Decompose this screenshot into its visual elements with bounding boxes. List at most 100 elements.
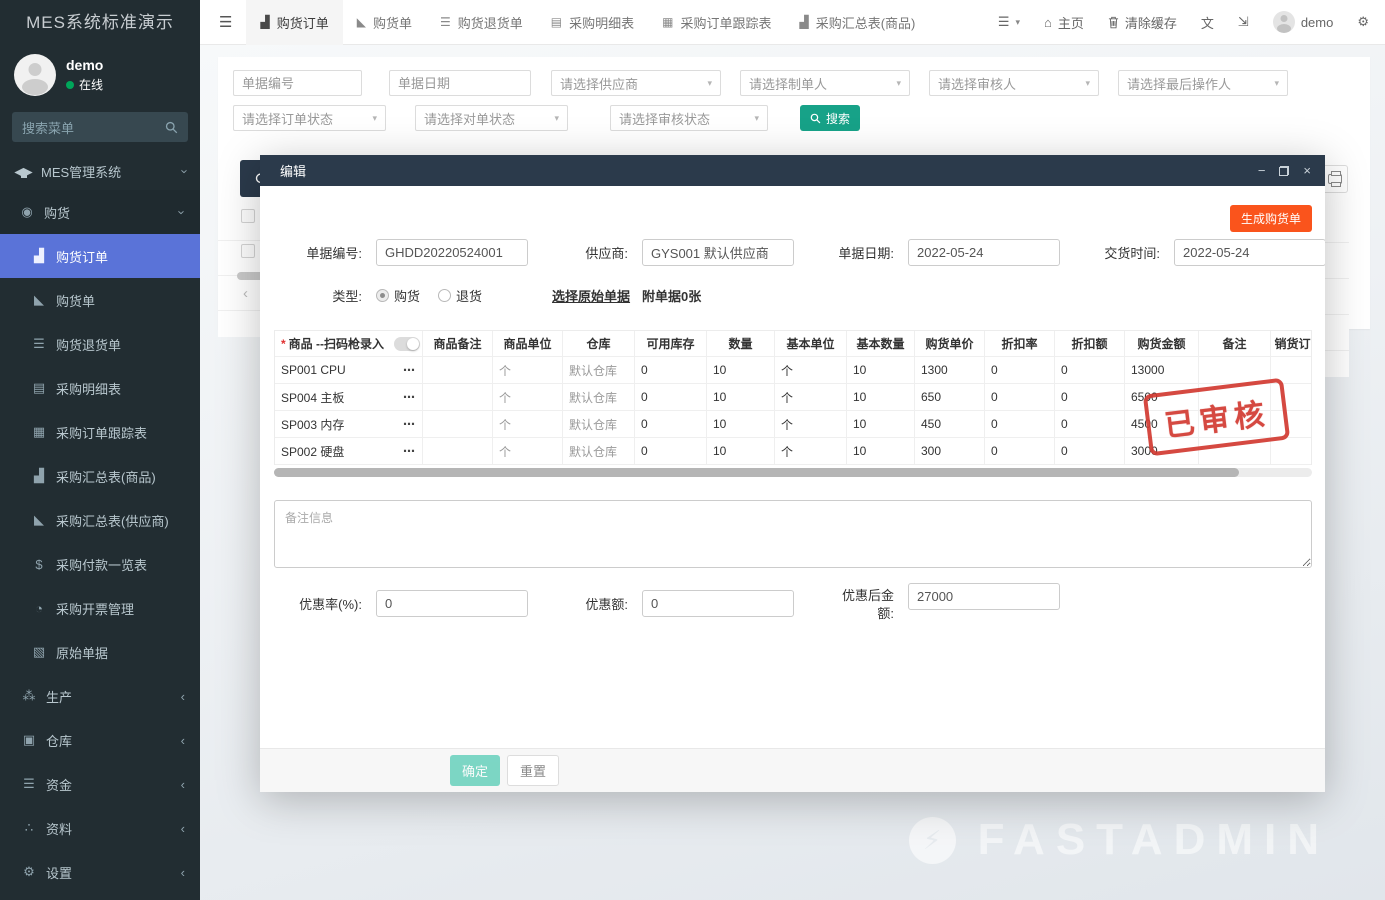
reset-button[interactable]: 重置 bbox=[507, 755, 559, 786]
field-input[interactable] bbox=[642, 239, 794, 266]
avatar bbox=[1273, 11, 1295, 33]
generate-purchase-button[interactable]: 生成购货单 bbox=[1230, 205, 1312, 232]
search-button[interactable]: 搜索 bbox=[800, 105, 860, 131]
choose-original-link[interactable]: 选择原始单据 bbox=[552, 286, 630, 305]
compass-icon: ◔ bbox=[30, 601, 48, 616]
field-input[interactable] bbox=[376, 239, 528, 266]
radio-return[interactable]: 退货 bbox=[438, 286, 482, 305]
supplier-select[interactable]: 请选择供应商▾ bbox=[551, 70, 721, 96]
column-header: 折扣率 bbox=[985, 331, 1055, 356]
watermark-text: FASTADMIN bbox=[978, 815, 1330, 865]
match-status-select[interactable]: 请选择对单状态▾ bbox=[415, 105, 568, 131]
maximize-button[interactable] bbox=[1279, 166, 1289, 176]
maker-select[interactable]: 请选择制单人▾ bbox=[740, 70, 910, 96]
column-header: 商品单位 bbox=[493, 331, 563, 356]
sidebar-group[interactable]: ▣ 仓库 ‹ bbox=[0, 718, 200, 762]
table-cell: 0 bbox=[635, 438, 707, 464]
discount-input[interactable] bbox=[908, 583, 1060, 610]
confirm-button[interactable]: 确定 bbox=[450, 755, 500, 786]
sidebar-group[interactable]: ⚙ 设置 ‹ bbox=[0, 850, 200, 894]
table-cell: 0 bbox=[985, 411, 1055, 437]
clear-cache-button[interactable]: 清除缓存 bbox=[1108, 13, 1177, 32]
sidebar-group[interactable]: ∴ 资料 ‹ bbox=[0, 806, 200, 850]
close-button[interactable]: × bbox=[1303, 163, 1311, 178]
language-icon[interactable]: 文 bbox=[1201, 13, 1214, 32]
remark-textarea[interactable] bbox=[274, 500, 1312, 568]
scrollbar-thumb[interactable] bbox=[274, 468, 1239, 477]
tab[interactable]: ◣ 购货单 bbox=[343, 0, 426, 45]
chevron-down-icon: ‹ bbox=[172, 210, 187, 214]
tab[interactable]: ▟ 采购汇总表(商品) bbox=[785, 0, 929, 45]
sidebar-subitem[interactable]: ▧ 原始单据 bbox=[0, 630, 200, 674]
chevron-left-icon: ‹ bbox=[181, 733, 185, 748]
table-row[interactable]: SP001 CPU⋯个默认仓库010个1013000013000 bbox=[275, 357, 1312, 384]
menu-search-input[interactable]: 搜索菜单 bbox=[12, 112, 188, 142]
sidebar-subitem[interactable]: ▦ 采购订单跟踪表 bbox=[0, 410, 200, 454]
more-icon[interactable]: ⋯ bbox=[403, 444, 416, 458]
settings-gears-icon[interactable]: ⚙ bbox=[1357, 14, 1369, 30]
field-input[interactable] bbox=[1174, 239, 1325, 266]
radio-purchase[interactable]: 购货 bbox=[376, 286, 420, 305]
sidebar-subitem[interactable]: ▟ 采购汇总表(商品) bbox=[0, 454, 200, 498]
bill-no-input[interactable] bbox=[233, 70, 362, 96]
column-header: 可用库存 bbox=[635, 331, 707, 356]
sidebar-subitem-label: 采购汇总表(供应商) bbox=[56, 511, 169, 530]
more-icon[interactable]: ⋯ bbox=[403, 417, 416, 431]
table-cell bbox=[1199, 357, 1271, 383]
sidebar-subitem[interactable]: ◔ 采购开票管理 bbox=[0, 586, 200, 630]
sidebar-subitem[interactable]: ◣ 采购汇总表(供应商) bbox=[0, 498, 200, 542]
sidebar-subitem[interactable]: ◣ 购货单 bbox=[0, 278, 200, 322]
sidebar-item-purchase-section[interactable]: ◉ 购货 ‹ bbox=[0, 190, 200, 234]
dialog-titlebar[interactable]: 编辑 − × bbox=[260, 155, 1325, 186]
minimize-button[interactable]: − bbox=[1258, 163, 1266, 178]
discount-input[interactable] bbox=[642, 590, 794, 617]
sidebar-group[interactable]: ☰ 资金 ‹ bbox=[0, 762, 200, 806]
print-button[interactable] bbox=[1321, 165, 1348, 193]
auditor-select[interactable]: 请选择审核人▾ bbox=[929, 70, 1099, 96]
list-icon: ☰ bbox=[998, 14, 1010, 30]
more-icon[interactable]: ⋯ bbox=[403, 363, 416, 377]
sidebar-subitem[interactable]: ▟ 购货订单 bbox=[0, 234, 200, 278]
database-icon: ☰ bbox=[30, 336, 48, 352]
sidebar-subitem[interactable]: $ 采购付款一览表 bbox=[0, 542, 200, 586]
table-cell: 个 bbox=[775, 438, 847, 464]
caret-down-icon: ▾ bbox=[1085, 78, 1090, 89]
audit-status-select[interactable]: 请选择审核状态▾ bbox=[610, 105, 768, 131]
tab-list-menu-button[interactable]: ☰ ▾ bbox=[998, 14, 1020, 30]
tab[interactable]: ☰ 购货退货单 bbox=[426, 0, 537, 45]
discount-input[interactable] bbox=[376, 590, 528, 617]
row-checkbox[interactable] bbox=[241, 244, 255, 258]
sidebar-subitem[interactable]: ▤ 采购明细表 bbox=[0, 366, 200, 410]
dialog-title: 编辑 bbox=[280, 161, 306, 180]
user-panel: demo 在线 bbox=[0, 46, 200, 104]
field-input[interactable] bbox=[908, 239, 1060, 266]
last-operator-select[interactable]: 请选择最后操作人▾ bbox=[1118, 70, 1288, 96]
order-status-select[interactable]: 请选择订单状态▾ bbox=[233, 105, 386, 131]
tab[interactable]: ▤ 采购明细表 bbox=[537, 0, 648, 45]
sidebar-subitem[interactable]: ☰ 购货退货单 bbox=[0, 322, 200, 366]
scan-gun-toggle[interactable] bbox=[394, 337, 420, 351]
table-cell: 10 bbox=[707, 384, 775, 410]
sidebar-group[interactable]: ⁂ 生产 ‹ bbox=[0, 674, 200, 718]
fullscreen-icon[interactable]: ⇲ bbox=[1238, 14, 1249, 30]
chevron-left-icon: ‹ bbox=[181, 689, 185, 704]
horizontal-scrollbar[interactable] bbox=[274, 468, 1312, 477]
table-cell bbox=[1271, 438, 1312, 464]
tab[interactable]: ▟ 购货订单 bbox=[246, 0, 342, 45]
sidebar-item-mes-root[interactable]: MES管理系统 ‹ bbox=[0, 152, 200, 190]
attach-count: 附单据0张 bbox=[642, 286, 701, 305]
bill-date-input[interactable] bbox=[389, 70, 531, 96]
home-button[interactable]: ⌂ 主页 bbox=[1044, 13, 1084, 32]
table-cell: 0 bbox=[985, 384, 1055, 410]
table-cell: 10 bbox=[847, 357, 915, 383]
sidebar-group-label: 设置 bbox=[46, 863, 72, 882]
table-cell: 个 bbox=[775, 384, 847, 410]
row-checkbox[interactable] bbox=[241, 209, 255, 223]
topbar-user[interactable]: demo bbox=[1273, 11, 1334, 33]
hamburger-icon[interactable]: ☰ bbox=[200, 13, 246, 31]
more-icon[interactable]: ⋯ bbox=[403, 390, 416, 404]
pagination-prev[interactable]: ‹ bbox=[243, 285, 248, 302]
sidebar-subitem-label: 购货退货单 bbox=[56, 335, 121, 354]
tab[interactable]: ▦ 采购订单跟踪表 bbox=[648, 0, 785, 45]
table-cell: 450 bbox=[915, 411, 985, 437]
